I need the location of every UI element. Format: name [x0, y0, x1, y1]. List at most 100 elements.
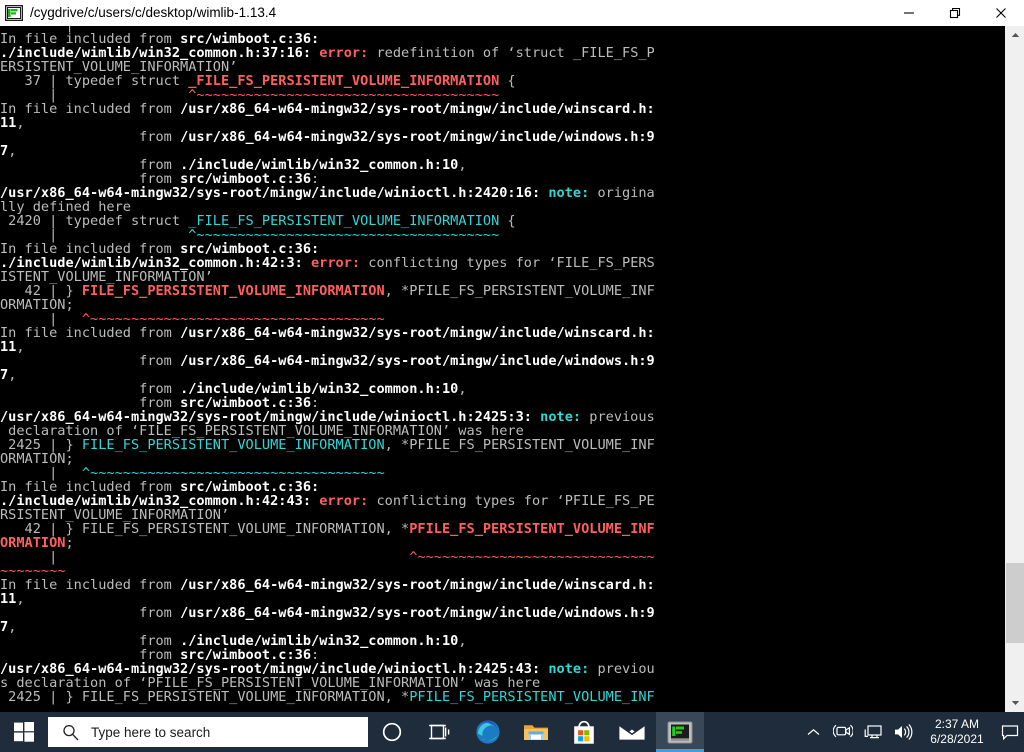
terminal-line: | ^~~~~~~~~~~~~~~~~~~~~~~~~~~~~~~~~~~~~~ — [0, 228, 1000, 242]
terminal-line: In file included from /usr/x86_64-w64-mi… — [0, 326, 1000, 340]
terminal-line: In file included from /usr/x86_64-w64-mi… — [0, 102, 1000, 116]
terminal-line: /usr/x86_64-w64-mingw32/sys-root/mingw/i… — [0, 186, 1000, 200]
terminal-line: ERSISTENT_VOLUME_INFORMATION’ — [0, 60, 1000, 74]
terminal-span: from — [0, 605, 180, 621]
terminal-span: PFILE_FS_PERSISTENT_VOLUME_INF — [409, 521, 655, 537]
terminal-span: /usr/x86_64-w64-mingw32/sys-root/mingw/i… — [180, 101, 655, 117]
terminal-line: RSISTENT_VOLUME_INFORMATION’ — [0, 508, 1000, 522]
terminal-span: , *PFILE_FS_PERSISTENT_VOLUME_INF — [385, 283, 655, 299]
terminal-span: error: — [319, 493, 376, 509]
terminal-line: 2425 | } FILE_FS_PERSISTENT_VOLUME_INFOR… — [0, 690, 1000, 704]
terminal-line: from src/wimboot.c:36: — [0, 172, 1000, 186]
terminal-span: conflicting types for ‘PFILE_FS_PE — [376, 493, 654, 509]
search-placeholder-text: Type here to search — [91, 725, 210, 740]
network-icon[interactable] — [858, 712, 888, 752]
mintty-terminal-window: /cygdrive/c/users/c/desktop/wimlib-1.13.… — [0, 0, 1024, 712]
terminal-line: | ^~~~~~~~~~~~~~~~~~~~~~~~~~~~~~ — [0, 550, 1000, 564]
terminal-line: from /usr/x86_64-w64-mingw32/sys-root/mi… — [0, 354, 1000, 368]
terminal-line: ./include/wimlib/win32_common.h:42:43: e… — [0, 494, 1000, 508]
taskbar-clock[interactable]: 2:37 AM 6/28/2021 — [918, 712, 996, 752]
microsoft-edge-icon[interactable] — [464, 712, 512, 752]
terminal-line: ./include/wimlib/win32_common.h:37:16: e… — [0, 46, 1000, 60]
system-tray: 2:37 AM 6/28/2021 — [798, 712, 1024, 752]
terminal-line: /usr/x86_64-w64-mingw32/sys-root/mingw/i… — [0, 662, 1000, 676]
cortana-icon[interactable] — [368, 712, 416, 752]
terminal-screen[interactable]: |In file included from src/wimboot.c:36:… — [0, 26, 1024, 712]
terminal-line: s declaration of ‘PFILE_FS_PERSISTENT_VO… — [0, 676, 1000, 690]
notifications-icon[interactable] — [996, 712, 1024, 752]
terminal-line: from src/wimboot.c:36: — [0, 396, 1000, 410]
terminal-line: In file included from src/wimboot.c:36: — [0, 242, 1000, 256]
terminal-span: , — [458, 381, 466, 397]
terminal-line: from src/wimboot.c:36: — [0, 648, 1000, 662]
terminal-span: /usr/x86_64-w64-mingw32/sys-root/mingw/i… — [180, 605, 655, 621]
microsoft-store-icon[interactable] — [560, 712, 608, 752]
scrollbar-up-arrow-icon[interactable] — [1006, 26, 1024, 44]
windows-taskbar: Type here to search — [0, 712, 1024, 752]
terminal-line: | ^~~~~~~~~~~~~~~~~~~~~~~~~~~~~~~~~~~~~ — [0, 466, 1000, 480]
terminal-line: 11, — [0, 116, 1000, 130]
task-view-icon[interactable] — [416, 712, 464, 752]
scrollbar-thumb[interactable] — [1006, 563, 1024, 643]
terminal-line: from ./include/wimlib/win32_common.h:10, — [0, 382, 1000, 396]
terminal-span: note: — [548, 661, 597, 677]
terminal-output: |In file included from src/wimboot.c:36:… — [0, 26, 1000, 704]
terminal-span: /usr/x86_64-w64-mingw32/sys-root/mingw/i… — [180, 325, 655, 341]
clock-time: 2:37 AM — [935, 717, 979, 732]
minimize-button[interactable] — [886, 0, 932, 26]
terminal-line: ISTENT_VOLUME_INFORMATION’ — [0, 270, 1000, 284]
terminal-line: 11, — [0, 592, 1000, 606]
close-button[interactable] — [978, 0, 1024, 26]
terminal-span: , — [458, 633, 466, 649]
terminal-line: 7, — [0, 368, 1000, 382]
terminal-span: note: — [540, 409, 589, 425]
terminal-line: ./include/wimlib/win32_common.h:42:3: er… — [0, 256, 1000, 270]
title-bar[interactable]: /cygdrive/c/users/c/desktop/wimlib-1.13.… — [0, 0, 1024, 26]
terminal-span: In file included from — [0, 325, 180, 341]
terminal-span: from — [0, 129, 180, 145]
terminal-span: previou — [597, 661, 654, 677]
search-input[interactable]: Type here to search — [48, 717, 368, 747]
terminal-span: , — [458, 157, 466, 173]
terminal-span: /usr/x86_64-w64-mingw32/sys-root/mingw/i… — [180, 577, 655, 593]
window-title: /cygdrive/c/users/c/desktop/wimlib-1.13.… — [30, 0, 886, 26]
meet-now-icon[interactable] — [828, 712, 858, 752]
terminal-span: ^~~~~~~~~~~~~~~~~~~~~~~~~~~~~~ — [409, 549, 655, 565]
maximize-restore-button[interactable] — [932, 0, 978, 26]
terminal-line: from /usr/x86_64-w64-mingw32/sys-root/mi… — [0, 130, 1000, 144]
terminal-line: | ^~~~~~~~~~~~~~~~~~~~~~~~~~~~~~~~~~~~~ — [0, 312, 1000, 326]
terminal-line: declaration of ‘FILE_FS_PERSISTENT_VOLUM… — [0, 424, 1000, 438]
terminal-span: In file included from — [0, 577, 180, 593]
terminal-span: /usr/x86_64-w64-mingw32/sys-root/mingw/i… — [180, 129, 655, 145]
terminal-span: { — [499, 73, 515, 89]
terminal-line: 37 | typedef struct _FILE_FS_PERSISTENT_… — [0, 74, 1000, 88]
terminal-span: error: — [319, 45, 376, 61]
file-explorer-icon[interactable] — [512, 712, 560, 752]
terminal-line: 7, — [0, 620, 1000, 634]
show-hidden-icons-chevron-icon[interactable] — [798, 712, 828, 752]
terminal-line: ~~~~~~~~ — [0, 564, 1000, 578]
terminal-span: PFILE_FS_PERSISTENT_VOLUME_INF — [409, 689, 655, 705]
volume-icon[interactable] — [888, 712, 918, 752]
terminal-line: ORMATION; — [0, 536, 1000, 550]
terminal-span: note: — [548, 185, 597, 201]
start-button[interactable] — [0, 712, 48, 752]
terminal-scrollbar[interactable] — [1005, 26, 1024, 712]
terminal-line: lly defined here — [0, 200, 1000, 214]
terminal-line: 2420 | typedef struct _FILE_FS_PERSISTEN… — [0, 214, 1000, 228]
terminal-line: from ./include/wimlib/win32_common.h:10, — [0, 158, 1000, 172]
mail-icon[interactable] — [608, 712, 656, 752]
search-icon — [62, 724, 79, 741]
terminal-line: 42 | } FILE_FS_PERSISTENT_VOLUME_INFORMA… — [0, 284, 1000, 298]
terminal-line: 11, — [0, 340, 1000, 354]
terminal-line: | ^~~~~~~~~~~~~~~~~~~~~~~~~~~~~~~~~~~~~~ — [0, 88, 1000, 102]
terminal-span: /usr/x86_64-w64-mingw32/sys-root/mingw/i… — [180, 353, 655, 369]
terminal-line: ORMATION; — [0, 452, 1000, 466]
terminal-line: 7, — [0, 144, 1000, 158]
terminal-span: , *PFILE_FS_PERSISTENT_VOLUME_INF — [385, 437, 655, 453]
terminal-line: from ./include/wimlib/win32_common.h:10, — [0, 634, 1000, 648]
cygwin-terminal-taskbar-icon[interactable] — [656, 712, 704, 752]
terminal-span: conflicting types for ‘FILE_FS_PERS — [368, 255, 654, 271]
scrollbar-down-arrow-icon[interactable] — [1006, 694, 1024, 712]
terminal-line: In file included from /usr/x86_64-w64-mi… — [0, 578, 1000, 592]
